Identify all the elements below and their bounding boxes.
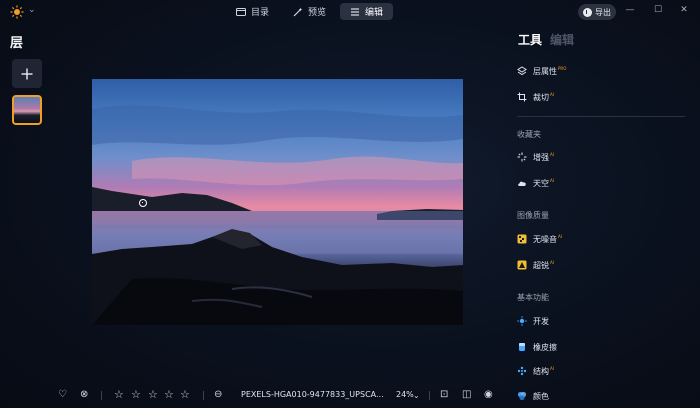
sharpen-icon (517, 260, 527, 270)
tool-sky-label: 天空 (533, 178, 549, 188)
tab-edit-mode-label: 编辑 (365, 8, 384, 18)
pro-badge: PRO (558, 65, 567, 71)
zoom-dropdown-chevron-icon[interactable]: ⌄ (413, 391, 420, 401)
minimize-icon[interactable]: — (624, 5, 636, 15)
crop-icon (517, 92, 527, 102)
sliders-icon (351, 8, 360, 15)
sparkle-icon (517, 152, 527, 162)
filename-label: PEXELS-HGA010-9477833_UPSCA... (241, 390, 384, 399)
bottom-separator (429, 391, 430, 400)
eraser-icon (517, 342, 527, 352)
more-options-icon[interactable]: ⊖ (214, 390, 222, 400)
structure-icon (517, 366, 527, 376)
tab-tools[interactable]: 工具 (518, 31, 542, 48)
heart-icon[interactable]: ♡ (58, 390, 67, 400)
cursor-target-icon (139, 199, 147, 207)
fit-screen-icon[interactable]: ⊡ (440, 390, 448, 400)
magic-wand-icon (293, 7, 303, 16)
ai-badge: AI (550, 151, 554, 157)
bottom-separator (101, 391, 102, 400)
mode-switcher: 目录 预览 编辑 (226, 3, 394, 20)
layer-thumbnail[interactable] (12, 95, 42, 125)
tool-structure-label: 结构 (533, 366, 549, 376)
plus-icon (21, 68, 33, 79)
star-2-icon[interactable]: ☆ (131, 388, 141, 401)
tool-supersharp[interactable]: 超锐AI (517, 258, 554, 272)
star-1-icon[interactable]: ☆ (114, 388, 124, 401)
compare-icon[interactable]: ◫ (462, 390, 471, 400)
layers-icon (517, 66, 527, 76)
tools-tabs: 工具 编辑 (518, 31, 574, 48)
star-4-icon[interactable]: ☆ (164, 388, 174, 401)
export-label: 导出 (595, 7, 611, 17)
tab-catalog-label: 目录 (251, 8, 270, 18)
tool-denoise-label: 无噪音 (533, 234, 557, 244)
app-logo-icon[interactable] (10, 5, 24, 19)
tool-crop-label: 裁切 (533, 92, 549, 102)
ai-badge: AI (558, 233, 562, 239)
section-basic: 基本功能 (517, 293, 549, 302)
tab-edit[interactable]: 编辑 (550, 31, 574, 48)
sun-icon (517, 316, 527, 326)
tool-enhance[interactable]: 增强AI (517, 150, 554, 164)
cloud-icon (517, 178, 527, 188)
tool-eraser[interactable]: 橡皮擦 (517, 340, 557, 354)
tool-develop[interactable]: 开发 (517, 314, 549, 328)
ai-badge: AI (550, 259, 554, 265)
star-5-icon[interactable]: ☆ (180, 388, 190, 401)
section-image-quality: 图像质量 (517, 211, 549, 220)
bottom-bar: ♡ ⊗ ☆ ☆ ☆ ☆ ☆ ⊖ PEXELS-HGA010-9477833_UP… (0, 384, 700, 406)
tool-denoise[interactable]: 无噪音AI (517, 232, 562, 246)
preview-eye-icon[interactable]: ◉ (484, 390, 493, 400)
zoom-level[interactable]: 24% (396, 390, 414, 399)
export-button[interactable]: 导出 (578, 4, 616, 20)
tab-catalog[interactable]: 目录 (226, 3, 279, 20)
star-3-icon[interactable]: ☆ (148, 388, 158, 401)
top-bar: ⌄ 目录 预览 编辑 导出 — ☐ ✕ (0, 0, 700, 24)
folder-icon (236, 7, 246, 16)
photo-scene (92, 105, 463, 325)
tool-enhance-label: 增强 (533, 152, 549, 162)
tool-eraser-label: 橡皮擦 (533, 342, 557, 352)
tool-layer-properties[interactable]: 层属性PRO (517, 64, 566, 78)
app-menu-chevron-icon[interactable]: ⌄ (28, 5, 36, 15)
ai-badge: AI (550, 177, 554, 183)
reject-icon[interactable]: ⊗ (80, 390, 88, 400)
tool-develop-label: 开发 (533, 316, 549, 326)
tab-preview-label: 预览 (308, 8, 327, 18)
tool-supersharp-label: 超锐 (533, 260, 549, 270)
layers-title: 层 (10, 36, 24, 51)
tab-edit-mode[interactable]: 编辑 (340, 3, 394, 20)
add-layer-button[interactable] (12, 59, 42, 88)
tool-crop[interactable]: 裁切AI (517, 90, 554, 104)
photo-canvas[interactable] (92, 79, 463, 325)
maximize-icon[interactable]: ☐ (652, 5, 664, 15)
ai-badge: AI (550, 365, 554, 371)
section-favorites: 收藏夹 (517, 130, 541, 139)
tools-divider (517, 116, 685, 117)
bottom-separator (203, 391, 204, 400)
close-icon[interactable]: ✕ (678, 5, 690, 15)
ai-badge: AI (550, 91, 554, 97)
tool-structure[interactable]: 结构AI (517, 364, 554, 378)
tool-sky[interactable]: 天空AI (517, 176, 554, 190)
export-icon (583, 7, 592, 17)
denoise-icon (517, 234, 527, 244)
tab-preview[interactable]: 预览 (283, 3, 336, 20)
tool-layer-properties-label: 层属性 (533, 66, 557, 76)
